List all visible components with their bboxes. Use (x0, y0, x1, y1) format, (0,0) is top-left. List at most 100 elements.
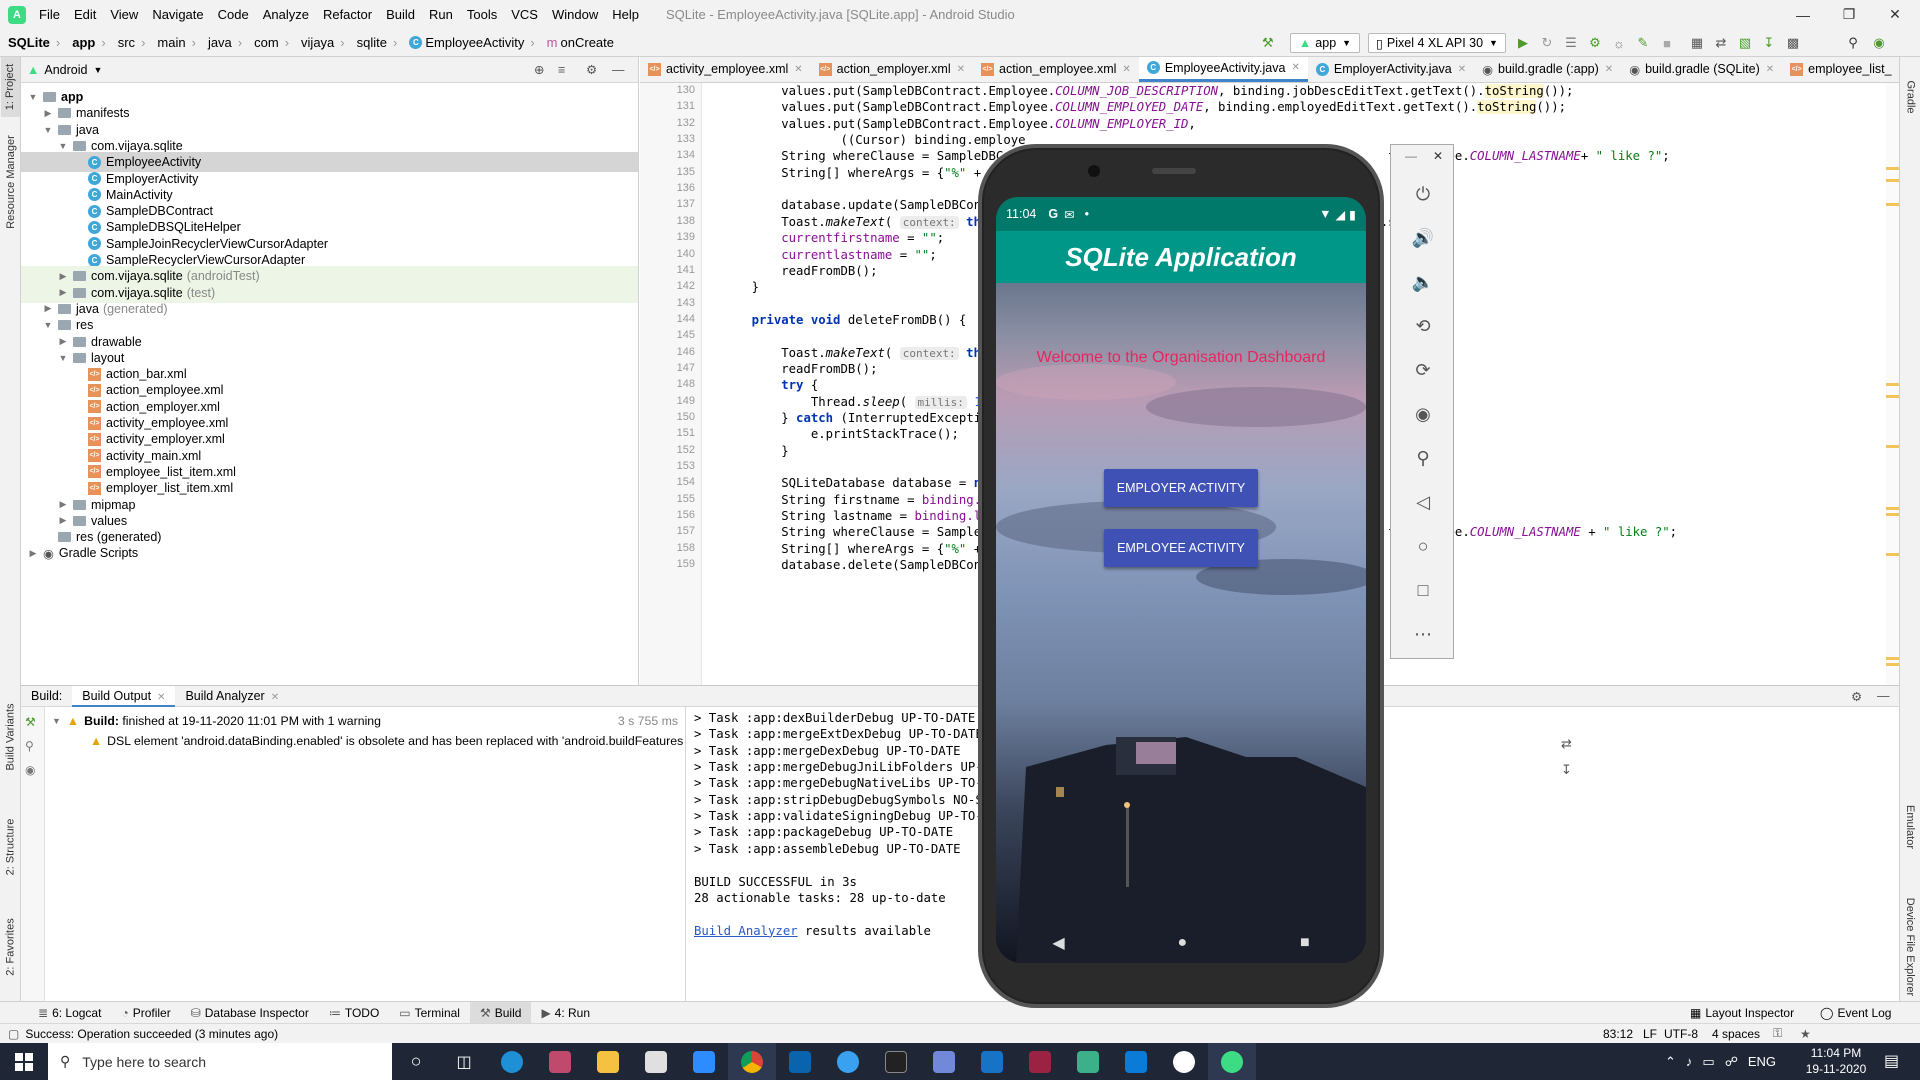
collapse-all-icon[interactable]: ≡ (558, 63, 565, 77)
chrome-icon[interactable] (728, 1043, 776, 1080)
hide-icon[interactable]: — (1877, 689, 1890, 703)
edge-icon[interactable] (488, 1043, 536, 1080)
build-analyzer-link[interactable]: Build Analyzer (694, 924, 798, 938)
sdk-manager-icon[interactable]: ↧ (1760, 33, 1778, 53)
chevron-right-icon[interactable]: ▶ (57, 499, 69, 510)
build-hammer-icon[interactable]: ⚒ (1262, 33, 1274, 53)
rotate-right-icon[interactable]: ⟳ (1404, 351, 1442, 389)
breadcrumb-item[interactable]: SQLite › (0, 35, 64, 50)
project-view-select[interactable]: Android (44, 63, 87, 77)
file-explorer-icon[interactable] (584, 1043, 632, 1080)
code-line[interactable]: private void deleteFromDB() { (722, 310, 967, 330)
breadcrumb-item[interactable]: vijaya › (293, 35, 349, 50)
breadcrumb-item[interactable]: com › (246, 35, 293, 50)
gear-icon[interactable]: ⚙ (1851, 689, 1862, 704)
battery-icon[interactable]: ▭ (1702, 1054, 1714, 1070)
caret-position[interactable]: 83:12 (1603, 1027, 1633, 1041)
apply-changes-icon[interactable]: ↻ (1538, 33, 1556, 53)
attach-debugger-icon[interactable]: ✎ (1634, 33, 1652, 53)
tool-window-build[interactable]: ⚒ Build (469, 1001, 532, 1024)
editor-tab[interactable]: </> action_employee.xml ✕ (973, 57, 1139, 82)
close-icon[interactable]: ✕ (1433, 149, 1443, 163)
close-icon[interactable]: ✕ (1122, 64, 1130, 75)
code-line[interactable]: String[] whereArgs = {"%" + cur (722, 163, 1011, 183)
editor-tab[interactable]: </> employee_list_ (1782, 57, 1899, 82)
home-icon[interactable]: ○ (1404, 527, 1442, 565)
lock-icon[interactable]: ⚿ (1773, 1026, 1782, 1041)
emulator-screen[interactable]: 11:04 G ✉ • ▼ ◢ ▮ SQLite Application Wel… (996, 197, 1366, 963)
breadcrumb-item[interactable]: sqlite › (349, 35, 402, 50)
close-icon[interactable]: ✕ (1766, 64, 1774, 75)
chevron-down-icon[interactable]: ▼ (27, 92, 39, 102)
code-line[interactable]: } (722, 277, 759, 297)
back-icon[interactable]: ◀ (1052, 933, 1064, 953)
tab-device-file-explorer[interactable]: Device File Explorer (1901, 877, 1920, 1017)
menu-code[interactable]: Code (211, 0, 256, 29)
menu-help[interactable]: Help (605, 0, 646, 29)
close-icon[interactable]: ✕ (1605, 64, 1613, 75)
breadcrumb-item[interactable]: src › (110, 35, 150, 50)
stop-icon[interactable]: ■ (1658, 33, 1676, 53)
editor-tab[interactable]: C EmployerActivity.java ✕ (1308, 57, 1474, 82)
chevron-right-icon[interactable]: ▶ (27, 548, 39, 559)
more-icon[interactable]: ⋯ (1404, 615, 1442, 653)
chevron-right-icon[interactable]: ▶ (57, 515, 69, 526)
scroll-to-end-icon[interactable]: ↧ (1561, 762, 1572, 778)
tab-resource-manager[interactable]: Resource Manager (1, 127, 20, 237)
breadcrumb-item[interactable]: java › (200, 35, 246, 50)
debug-icon[interactable]: ⚙ (1586, 33, 1604, 53)
store-icon[interactable] (632, 1043, 680, 1080)
update-icon[interactable]: ◉ (1870, 33, 1888, 53)
app-icon-1[interactable] (536, 1043, 584, 1080)
close-icon[interactable]: ✕ (1458, 64, 1466, 75)
tab-build-analyzer[interactable]: Build Analyzer ✕ (175, 686, 289, 707)
status-message[interactable]: Success: Operation succeeded (3 minutes … (25, 1027, 278, 1041)
employee-activity-button[interactable]: EMPLOYEE ACTIVITY (1104, 529, 1258, 567)
android-studio-task-icon[interactable] (1208, 1043, 1256, 1080)
code-line[interactable]: } (722, 441, 788, 461)
run-config-select[interactable]: ▲ app ▼ (1290, 33, 1360, 53)
cortana-icon[interactable]: ○ (392, 1043, 440, 1080)
close-icon[interactable]: ✕ (957, 64, 965, 75)
event-log-button[interactable]: ◯ Event Log (1820, 1006, 1891, 1020)
menu-navigate[interactable]: Navigate (145, 0, 210, 29)
app-icon-4[interactable] (1064, 1043, 1112, 1080)
employer-activity-button[interactable]: EMPLOYER ACTIVITY (1104, 469, 1258, 507)
apply-code-changes-icon[interactable]: ☰ (1562, 33, 1580, 53)
menu-edit[interactable]: Edit (67, 0, 103, 29)
hide-icon[interactable]: — (612, 63, 625, 77)
task-view-icon[interactable]: ◫ (440, 1043, 488, 1080)
eye-icon[interactable]: ◉ (25, 763, 35, 777)
editor-tab[interactable]: </> activity_employee.xml ✕ (640, 57, 811, 82)
notifications-icon[interactable]: ▤ (1884, 1051, 1899, 1071)
back-icon[interactable]: ◁ (1404, 483, 1442, 521)
chevron-right-icon[interactable]: ▶ (42, 303, 54, 314)
windows-start-icon[interactable] (0, 1043, 48, 1080)
volume-down-icon[interactable]: 🔈 (1404, 263, 1442, 301)
close-icon[interactable]: ✕ (1291, 62, 1299, 73)
tool-window-databaseinspector[interactable]: ⛁ Database Inspector (181, 1002, 319, 1024)
overview-icon[interactable]: □ (1404, 571, 1442, 609)
menu-tools[interactable]: Tools (460, 0, 504, 29)
breadcrumb-item[interactable]: app › (64, 35, 109, 50)
editor-tab[interactable]: ◉ build.gradle (SQLite) ✕ (1621, 57, 1782, 82)
chevron-right-icon[interactable]: ▶ (57, 271, 69, 282)
line-separator[interactable]: LF (1643, 1027, 1657, 1041)
language-indicator[interactable]: ENG (1748, 1054, 1776, 1069)
project-structure-icon[interactable]: ▦ (1688, 33, 1706, 53)
breadcrumb-item[interactable]: main › (149, 35, 200, 50)
menu-build[interactable]: Build (379, 0, 422, 29)
network-icon[interactable]: ☍ (1725, 1054, 1738, 1070)
minimize-button[interactable]: — (1780, 0, 1826, 29)
webstorm-icon[interactable] (1112, 1043, 1160, 1080)
close-button[interactable]: ✕ (1872, 0, 1918, 29)
taskbar-clock[interactable]: 11:04 PM 19-11-2020 (1800, 1045, 1872, 1077)
chevron-right-icon[interactable]: ▶ (57, 336, 69, 347)
search-icon[interactable]: ⚲ (1844, 33, 1862, 53)
close-icon[interactable]: ✕ (794, 64, 802, 75)
tab-structure[interactable]: 2: Structure (1, 807, 20, 887)
app-icon-3[interactable] (1016, 1043, 1064, 1080)
error-stripe[interactable] (1886, 83, 1899, 685)
editor-tab[interactable]: ◉ build.gradle (:app) ✕ (1474, 57, 1621, 82)
menu-window[interactable]: Window (545, 0, 605, 29)
